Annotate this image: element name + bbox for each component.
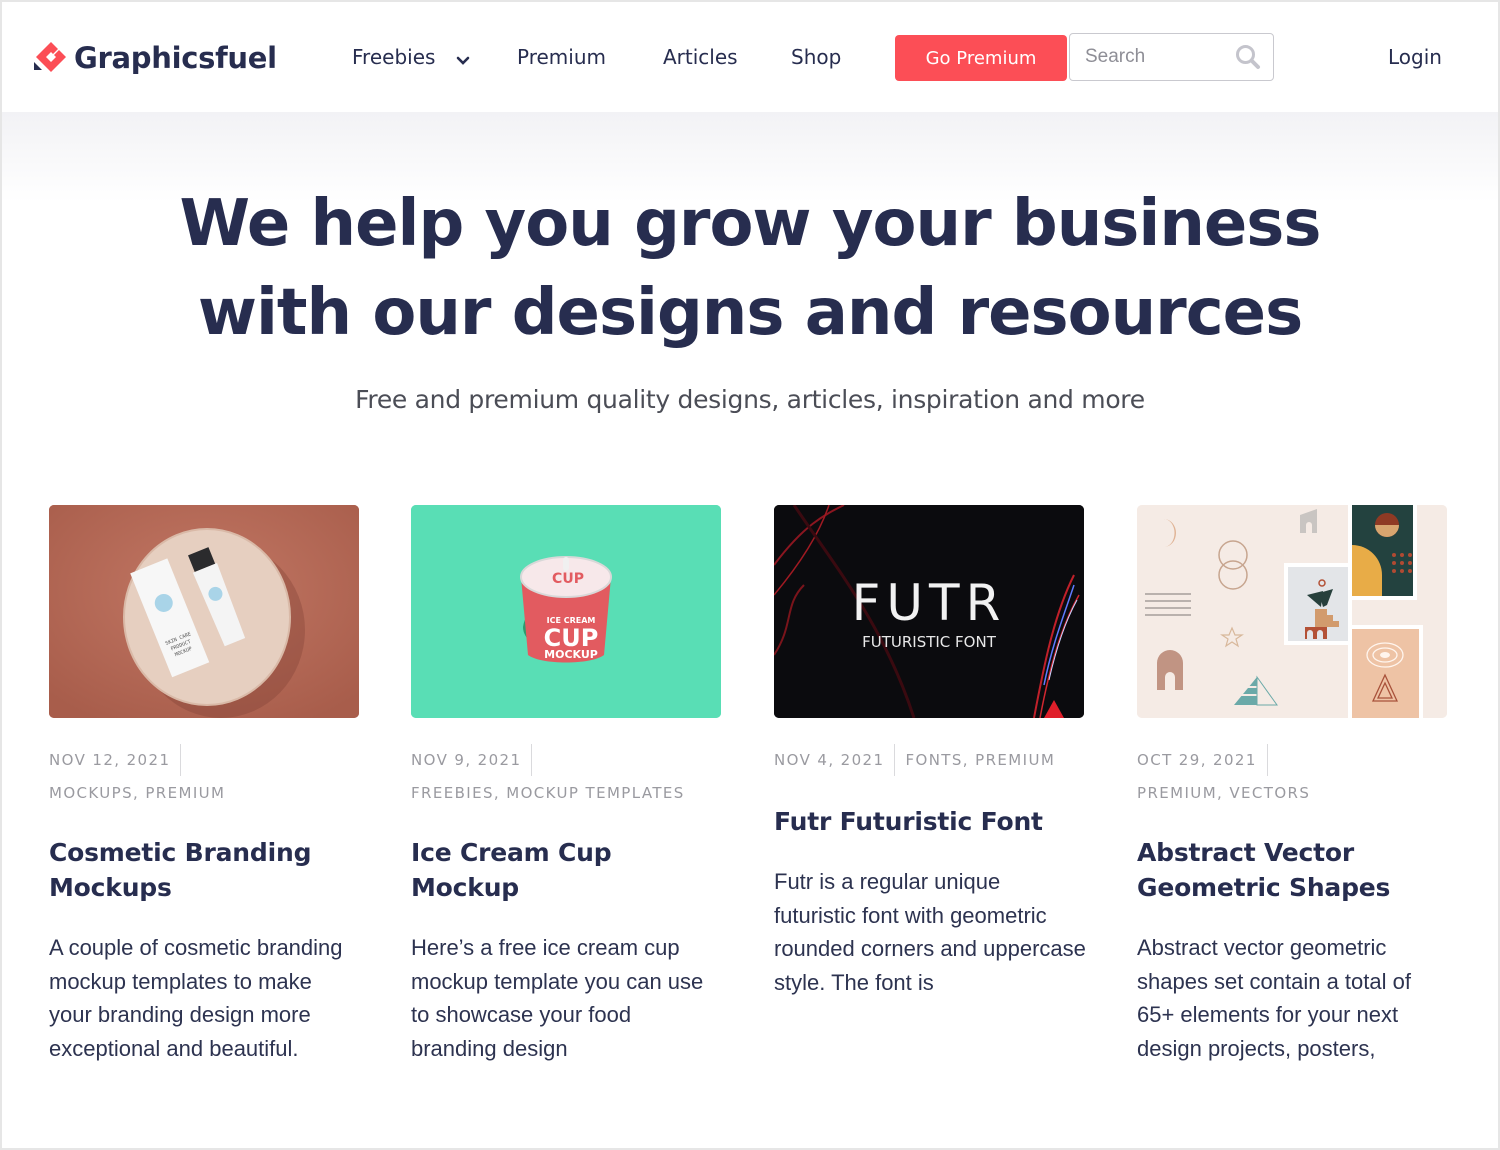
thumb-text: CUP (552, 571, 584, 587)
post-meta: NOV 12, 2021 MOCKUPS, PREMIUM (49, 744, 359, 808)
post-title[interactable]: Futr Futuristic Font (774, 804, 1084, 839)
post-meta: OCT 29, 2021 PREMIUM, VECTORS (1137, 744, 1447, 808)
post-description: Here’s a free ice cream cup mockup templ… (411, 935, 704, 1061)
post-card: CUP ICE CREAM CUP MOCKUP NOV 9, 2021 FRE… (411, 505, 721, 1065)
ice-cream-cup-mockup-image[interactable]: CUP ICE CREAM CUP MOCKUP (411, 505, 721, 718)
post-categories[interactable]: PREMIUM, VECTORS (1137, 778, 1447, 808)
post-meta: NOV 9, 2021 FREEBIES, MOCKUP TEMPLATES (411, 744, 721, 808)
hero-title: We help you grow your business with our … (2, 180, 1498, 358)
post-card: SKIN CARE PRODUCT MOCKUP NOV 12, 2021 MO… (49, 505, 359, 1065)
post-title[interactable]: Ice Cream Cup Mockup (411, 835, 661, 905)
graphicsfuel-logo-icon (32, 40, 70, 76)
post-date: NOV 12, 2021 (49, 751, 171, 769)
post-categories[interactable]: FONTS, PREMIUM (905, 745, 1055, 775)
hero-subtitle: Free and premium quality designs, articl… (355, 385, 1145, 414)
nav-item-articles[interactable]: Articles (663, 42, 738, 72)
thumb-text: MOCKUP (544, 648, 598, 661)
abstract-geometric-shapes-image[interactable] (1137, 505, 1447, 718)
meta-divider (531, 744, 533, 776)
futr-font-image[interactable]: FUTR FUTURISTIC FONT (774, 505, 1084, 718)
thumb-text: FUTURISTIC FONT (862, 633, 997, 651)
post-card: FUTR FUTURISTIC FONT NOV 4, 2021 FONTS, … (774, 505, 1086, 999)
nav-item-shop[interactable]: Shop (791, 42, 841, 72)
post-description: Futr is a regular unique futuristic font… (774, 869, 1086, 995)
thumb-text: FUTR (852, 574, 1007, 632)
search-box (1069, 33, 1274, 81)
site-header: Graphicsfuel Freebies Premium Articles S… (2, 2, 1498, 112)
post-categories[interactable]: MOCKUPS, PREMIUM (49, 778, 359, 808)
chevron-down-icon (456, 44, 470, 74)
post-card: OCT 29, 2021 PREMIUM, VECTORS Abstract V… (1137, 505, 1447, 1065)
nav-item-freebies[interactable]: Freebies (352, 42, 470, 74)
post-title[interactable]: Abstract Vector Geometric Shapes (1137, 835, 1417, 905)
search-input[interactable] (1085, 43, 1225, 71)
post-description: A couple of cosmetic branding mockup tem… (49, 935, 343, 1061)
logo-text: Graphicsfuel (74, 41, 277, 75)
post-date: NOV 9, 2021 (411, 751, 522, 769)
post-date: NOV 4, 2021 (774, 751, 885, 769)
post-description: Abstract vector geometric shapes set con… (1137, 935, 1411, 1061)
logo-link[interactable]: Graphicsfuel (32, 40, 277, 76)
cosmetic-branding-mockup-image[interactable]: SKIN CARE PRODUCT MOCKUP (49, 505, 359, 718)
hero-title-line-1: We help you grow your business (179, 187, 1322, 261)
nav-item-premium[interactable]: Premium (517, 42, 606, 72)
post-meta: NOV 4, 2021 FONTS, PREMIUM (774, 744, 1084, 776)
login-link[interactable]: Login (1388, 42, 1442, 72)
post-title[interactable]: Cosmetic Branding Mockups (49, 835, 359, 905)
meta-divider (894, 744, 896, 776)
search-icon[interactable] (1235, 44, 1261, 70)
post-date: OCT 29, 2021 (1137, 751, 1257, 769)
meta-divider (180, 744, 182, 776)
nav-label: Freebies (352, 45, 436, 69)
hero-title-line-2: with our designs and resources (197, 276, 1303, 350)
meta-divider (1266, 744, 1268, 776)
page: Graphicsfuel Freebies Premium Articles S… (2, 2, 1498, 1148)
go-premium-button[interactable]: Go Premium (895, 35, 1067, 81)
post-categories[interactable]: FREEBIES, MOCKUP TEMPLATES (411, 778, 721, 808)
